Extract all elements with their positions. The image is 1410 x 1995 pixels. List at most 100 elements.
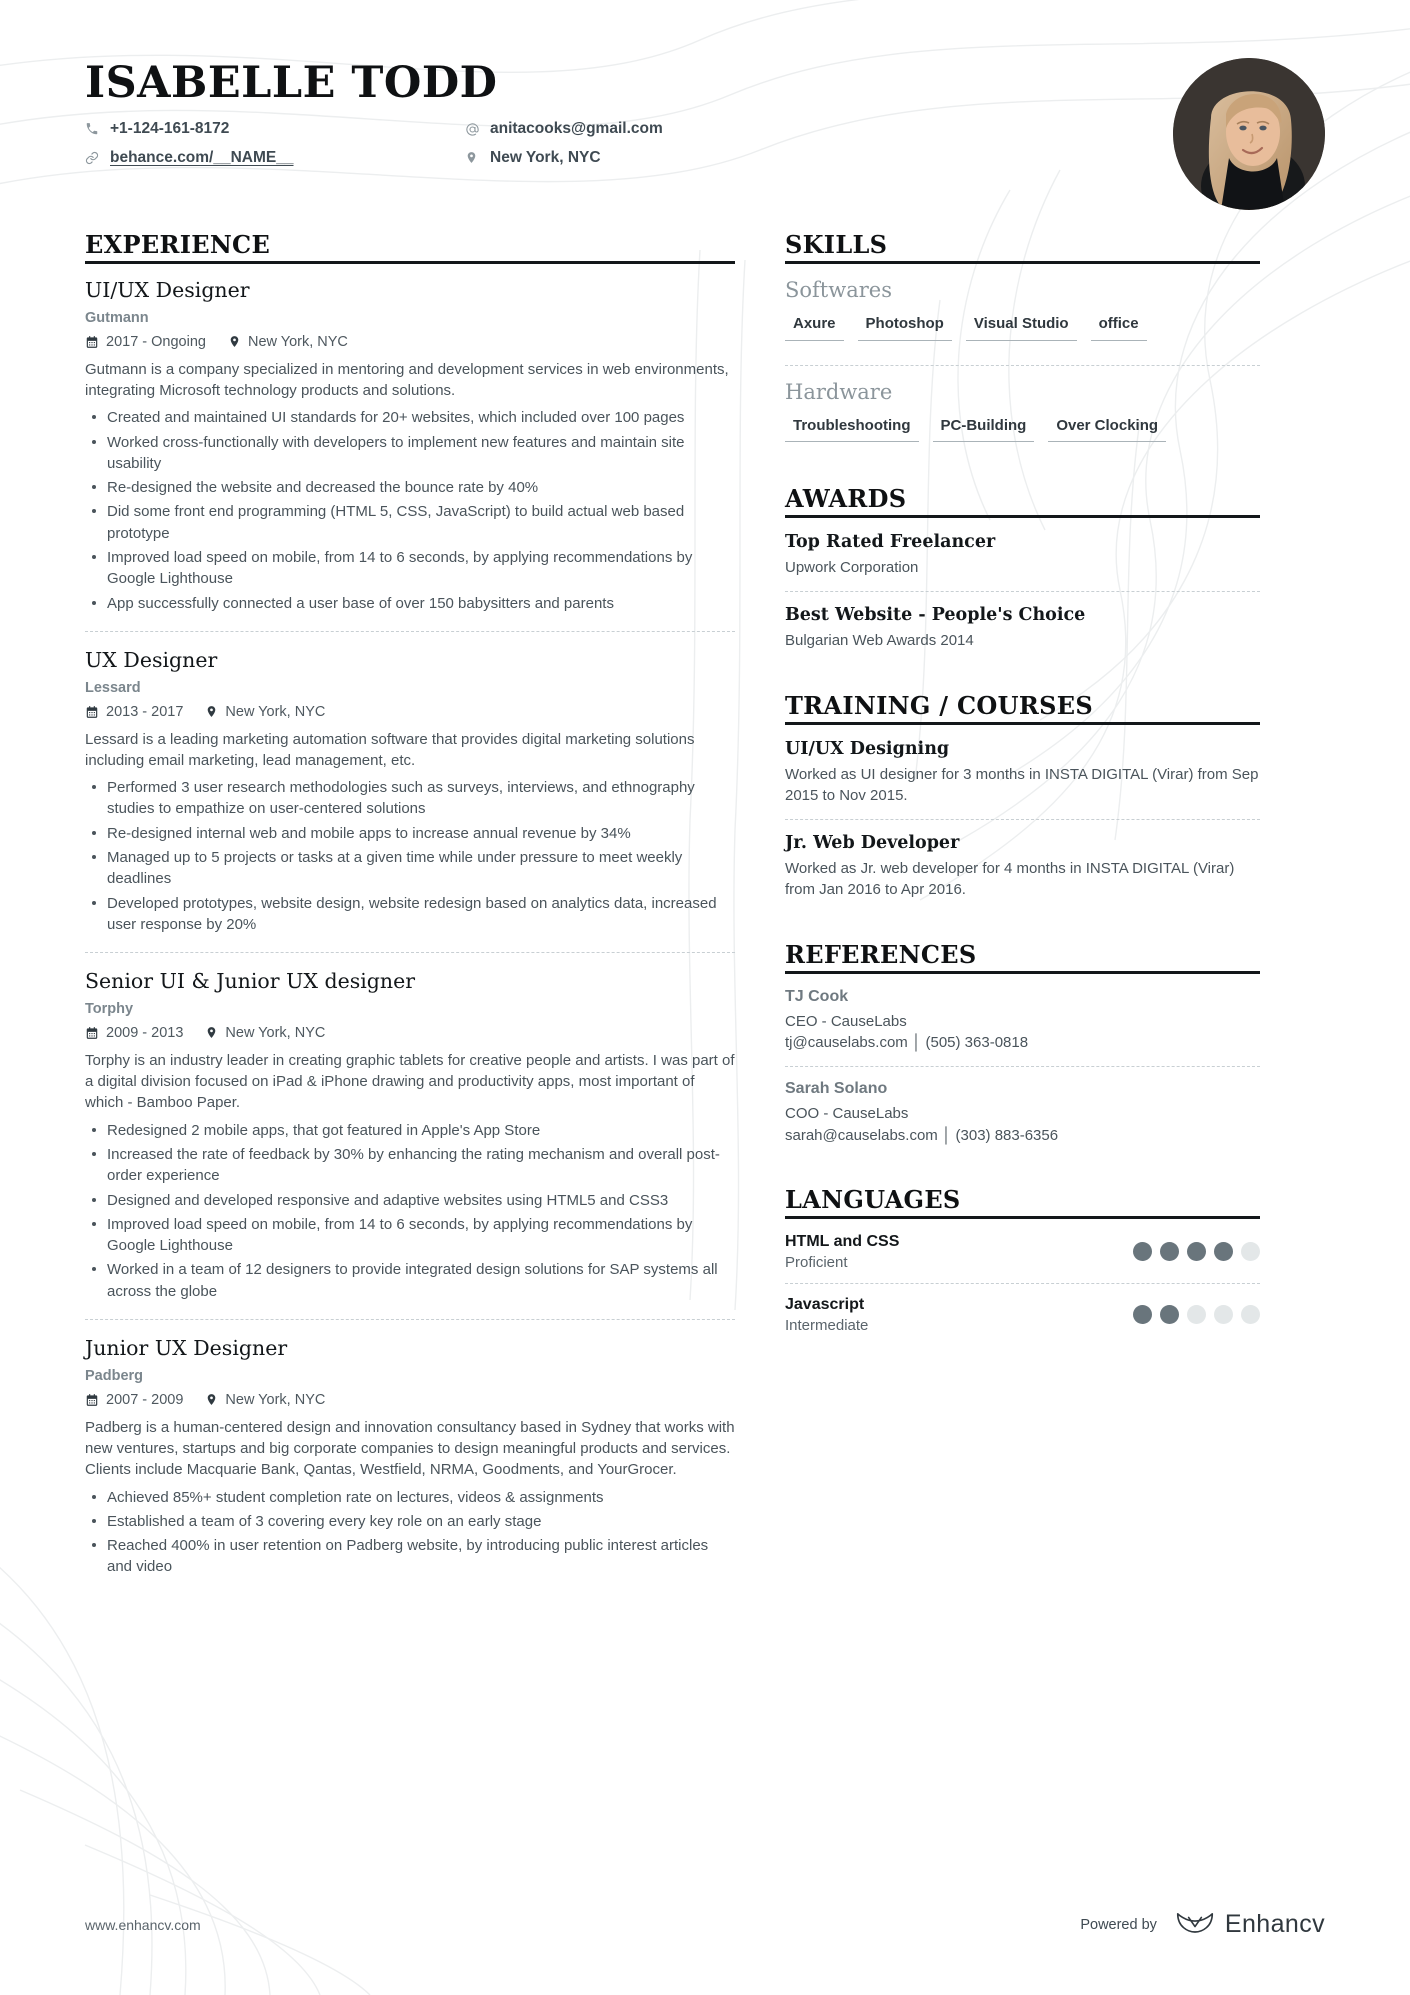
contact-portfolio-link[interactable]: behance.com/__NAME__ xyxy=(85,150,465,166)
job-dates: 2007 - 2009 xyxy=(85,1392,183,1408)
link-icon xyxy=(85,151,105,165)
job-dates: 2009 - 2013 xyxy=(85,1025,183,1041)
training-entry: Jr. Web Developer Worked as Jr. web deve… xyxy=(785,819,1260,914)
calendar-icon xyxy=(85,705,99,719)
job-location-text: New York, NYC xyxy=(225,1391,326,1408)
reference-name: Sarah Solano xyxy=(785,1080,888,1098)
skill-group: Hardware Troubleshooting PC-Building Over … xyxy=(785,364,1260,459)
language-level: Intermediate xyxy=(785,1316,869,1334)
job-dates: 2013 - 2017 xyxy=(85,704,183,720)
contact-email-text: anitacooks@gmail.com xyxy=(490,120,663,138)
section-languages: LANGUAGES HTML and CSS Proficient Javasc… xyxy=(785,1185,1260,1346)
job-location: New York, NYC xyxy=(228,334,348,350)
rating-dot xyxy=(1133,1305,1152,1325)
contact-email[interactable]: anitacooks@gmail.com xyxy=(465,121,845,137)
language-info: Javascript Intermediate xyxy=(785,1296,868,1334)
footer-branding: Powered by Enhancv xyxy=(1080,1909,1325,1940)
powered-by-label: Powered by xyxy=(1080,1916,1157,1933)
job-bullet-list: Created and maintained UI standards for … xyxy=(85,407,735,614)
calendar-icon xyxy=(85,1393,99,1407)
reference-contact[interactable]: tj@causelabs.com │ (505) 363-0818 xyxy=(785,1032,1260,1053)
experience-bullet: Re-designed internal web and mobile apps… xyxy=(85,823,735,844)
language-row: HTML and CSS Proficient xyxy=(785,1233,1260,1283)
job-location: New York, NYC xyxy=(205,1025,325,1041)
job-description: Gutmann is a company specialized in ment… xyxy=(85,360,729,399)
enhancv-brand-name: Enhancv xyxy=(1224,1910,1325,1938)
job-description: Torphy is an industry leader in creating… xyxy=(85,1051,735,1112)
award-entry-subtitle: Upwork Corporation xyxy=(785,559,919,576)
section-heading-experience: EXPERIENCE xyxy=(85,230,271,264)
page-footer: www.enhancv.com Powered by Enhancv xyxy=(0,1909,1410,1940)
training-entry-subtitle: Worked as Jr. web developer for 4 months… xyxy=(785,860,1235,899)
skill-group-title: Softwares xyxy=(785,278,892,302)
experience-bullet: Designed and developed responsive and ad… xyxy=(85,1190,735,1211)
experience-bullet: Worked in a team of 12 designers to prov… xyxy=(85,1259,735,1302)
language-rating xyxy=(1125,1242,1260,1262)
language-row: Javascript Intermediate xyxy=(785,1282,1260,1346)
location-pin-icon xyxy=(465,151,485,164)
section-skills: SKILLS Softwares Axure Photoshop Visual St… xyxy=(785,230,1260,458)
job-location-text: New York, NYC xyxy=(225,703,326,720)
language-rating xyxy=(1125,1305,1260,1325)
training-entry: UI/UX Designing Worked as UI designer fo… xyxy=(785,739,1260,820)
footer-website-url[interactable]: www.enhancv.com xyxy=(85,1917,201,1933)
contact-phone[interactable]: +1-124-161-8172 xyxy=(85,121,465,137)
right-column: SKILLS Softwares Axure Photoshop Visual St… xyxy=(785,230,1260,1372)
job-title: UX Designer xyxy=(85,647,218,672)
skill-tag: Axure xyxy=(785,315,844,341)
contact-column-right: anitacooks@gmail.com New York, NYC xyxy=(465,121,845,178)
experience-bullet: Improved load speed on mobile, from 14 t… xyxy=(85,547,735,590)
experience-bullet: Reached 400% in user retention on Padber… xyxy=(85,1535,735,1578)
skill-tag-list: Axure Photoshop Visual Studio office xyxy=(785,315,1260,357)
skill-tag: PC-Building xyxy=(932,417,1035,442)
reference-role: CEO - CauseLabs xyxy=(785,1012,907,1030)
rating-dot xyxy=(1160,1242,1179,1262)
location-pin-icon xyxy=(205,705,218,718)
phone-icon xyxy=(85,122,105,136)
skill-tag: Visual Studio xyxy=(965,315,1077,341)
award-entry: Best Website - People's Choice Bulgarian… xyxy=(785,591,1260,664)
training-entry-title: UI/UX Designing xyxy=(785,738,950,759)
experience-entry: UI/UX Designer Gutmann 2017 - Ongoing Ne… xyxy=(85,278,735,631)
job-title: Junior UX Designer xyxy=(85,1336,288,1361)
language-name: HTML and CSS xyxy=(785,1232,900,1250)
rating-dot xyxy=(1160,1305,1179,1325)
experience-bullet: Created and maintained UI standards for … xyxy=(85,407,735,428)
award-entry-subtitle: Bulgarian Web Awards 2014 xyxy=(785,632,974,650)
page-title: ISABELLE TODD xyxy=(85,58,498,108)
location-pin-icon xyxy=(228,335,241,348)
section-heading-awards: AWARDS xyxy=(785,484,907,518)
contact-location-text: New York, NYC xyxy=(490,148,601,166)
skill-group-title: Hardware xyxy=(785,379,893,404)
section-awards: AWARDS Top Rated Freelancer Upwork Corpo… xyxy=(785,484,1260,665)
skill-tag: Troubleshooting xyxy=(785,417,919,442)
experience-bullet: Developed prototypes, website design, we… xyxy=(85,893,735,936)
job-meta: 2013 - 2017 New York, NYC xyxy=(85,704,735,720)
contact-portfolio-text: behance.com/__NAME__ xyxy=(110,148,294,166)
language-level: Proficient xyxy=(785,1253,848,1271)
rating-dot xyxy=(1133,1242,1152,1262)
rating-dot xyxy=(1187,1305,1206,1325)
job-bullet-list: Achieved 85%+ student completion rate on… xyxy=(85,1487,735,1578)
skill-tag: Over Clocking xyxy=(1048,417,1167,442)
contact-location: New York, NYC xyxy=(465,150,845,166)
skill-group: Softwares Axure Photoshop Visual Studio off… xyxy=(785,278,1260,357)
experience-bullet: Worked cross-functionally with developer… xyxy=(85,432,735,475)
section-training: TRAINING / COURSES UI/UX Designing Worke… xyxy=(785,691,1260,914)
experience-bullet: Redesigned 2 mobile apps, that got featu… xyxy=(85,1120,735,1141)
section-experience: EXPERIENCE UI/UX Designer Gutmann 2017 -… xyxy=(85,230,735,1595)
reference-contact[interactable]: sarah@causelabs.com │ (303) 883-6356 xyxy=(785,1125,1260,1146)
job-bullet-list: Performed 3 user research methodologies … xyxy=(85,777,735,935)
job-dates: 2017 - Ongoing xyxy=(85,334,206,350)
job-description: Padberg is a human-centered design and i… xyxy=(85,1418,735,1479)
award-entry-title: Top Rated Freelancer xyxy=(785,532,996,552)
section-heading-training: TRAINING / COURSES xyxy=(785,691,1093,725)
section-heading-languages: LANGUAGES xyxy=(785,1185,961,1219)
experience-entry: UX Designer Lessard 2013 - 2017 New York… xyxy=(85,630,735,952)
enhancv-logo-icon xyxy=(1175,1909,1215,1940)
rating-dot xyxy=(1187,1242,1206,1262)
job-description: Lessard is a leading marketing automatio… xyxy=(85,730,695,769)
contact-phone-text: +1-124-161-8172 xyxy=(110,120,230,138)
training-entry-title: Jr. Web Developer xyxy=(785,833,960,854)
experience-bullet: App successfully connected a user base o… xyxy=(85,593,735,614)
